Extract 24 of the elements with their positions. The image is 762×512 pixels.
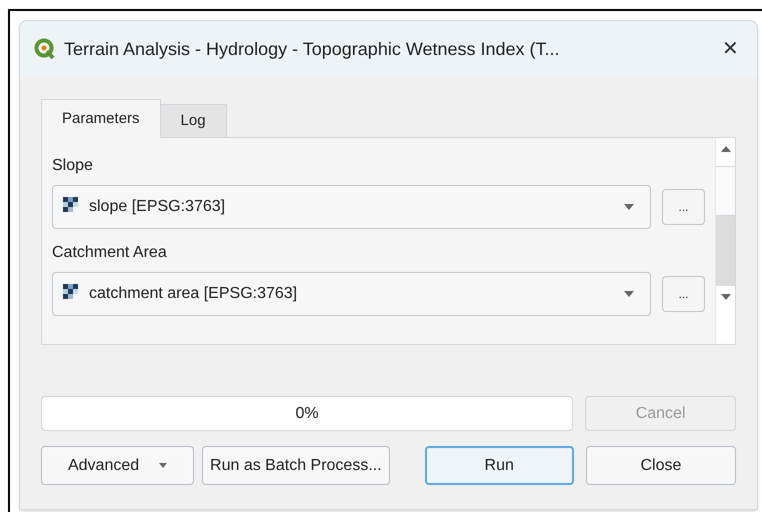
parameter-label: Slope <box>52 156 93 176</box>
close-button[interactable]: ✕ <box>718 34 743 64</box>
progress-text: 0% <box>296 404 319 424</box>
dialog-button[interactable]: Run <box>424 446 574 485</box>
tab[interactable]: Parameters <box>41 99 161 138</box>
dropdown-value: slope [EPSG:3763] <box>89 197 226 217</box>
window-title: Terrain Analysis - Hydrology - Topographic Wetness Index (T... <box>64 38 560 61</box>
scrollbar[interactable] <box>715 138 735 344</box>
browse-button[interactable]: ... <box>662 189 705 225</box>
app-logo-icon <box>34 38 56 60</box>
scroll-down-icon[interactable] <box>720 294 730 300</box>
scroll-up-icon[interactable] <box>720 146 730 152</box>
dialog-button[interactable]: Close <box>586 446 736 485</box>
layer-dropdown[interactable]: catchment area [EPSG:3763] <box>52 272 651 316</box>
dropdown-value: catchment area [EPSG:3763] <box>89 284 298 304</box>
layer-dropdown[interactable]: slope [EPSG:3763] <box>52 185 651 229</box>
dialog-button[interactable]: Run as Batch Process... <box>202 446 390 485</box>
scroll-thumb[interactable] <box>716 166 735 216</box>
dropdown-caret-icon[interactable] <box>624 291 634 297</box>
parameter-label: Catchment Area <box>52 243 167 263</box>
dropdown-caret-icon[interactable] <box>624 204 634 210</box>
browse-button[interactable]: ... <box>662 276 705 312</box>
advanced-menu-button[interactable]: Advanced <box>41 446 194 485</box>
tab[interactable]: Log <box>160 104 227 138</box>
